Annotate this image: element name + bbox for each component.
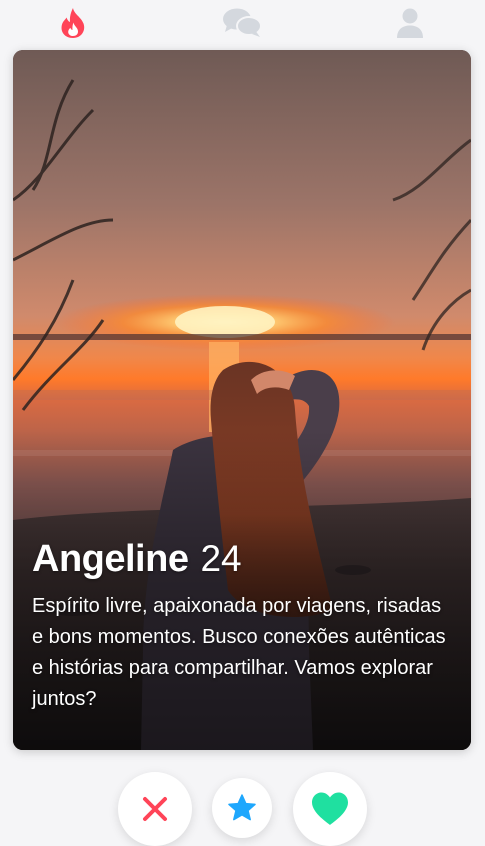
profile-bio: Espírito livre, apaixonada por viagens, … [32,595,446,710]
profile-info: Angeline 24 Espírito livre, apaixonada p… [32,538,455,715]
nav-messages[interactable] [222,4,262,42]
star-icon [228,794,256,821]
profile-age: 24 [200,538,242,579]
nav-swipe[interactable] [53,4,93,42]
flame-icon [61,8,85,38]
top-nav [0,0,485,46]
heart-icon [312,792,348,825]
like-button[interactable] [293,772,367,846]
name-row: Angeline 24 [32,538,455,581]
profile-card[interactable]: Angeline 24 Espírito livre, apaixonada p… [13,50,471,750]
chat-bubbles-icon [223,8,262,37]
nope-button[interactable] [118,772,192,846]
user-icon [397,8,423,38]
close-icon [143,797,167,821]
nav-profile[interactable] [390,4,430,42]
super-like-button[interactable] [212,778,272,838]
profile-name: Angeline [32,538,189,580]
action-bar [0,766,485,846]
